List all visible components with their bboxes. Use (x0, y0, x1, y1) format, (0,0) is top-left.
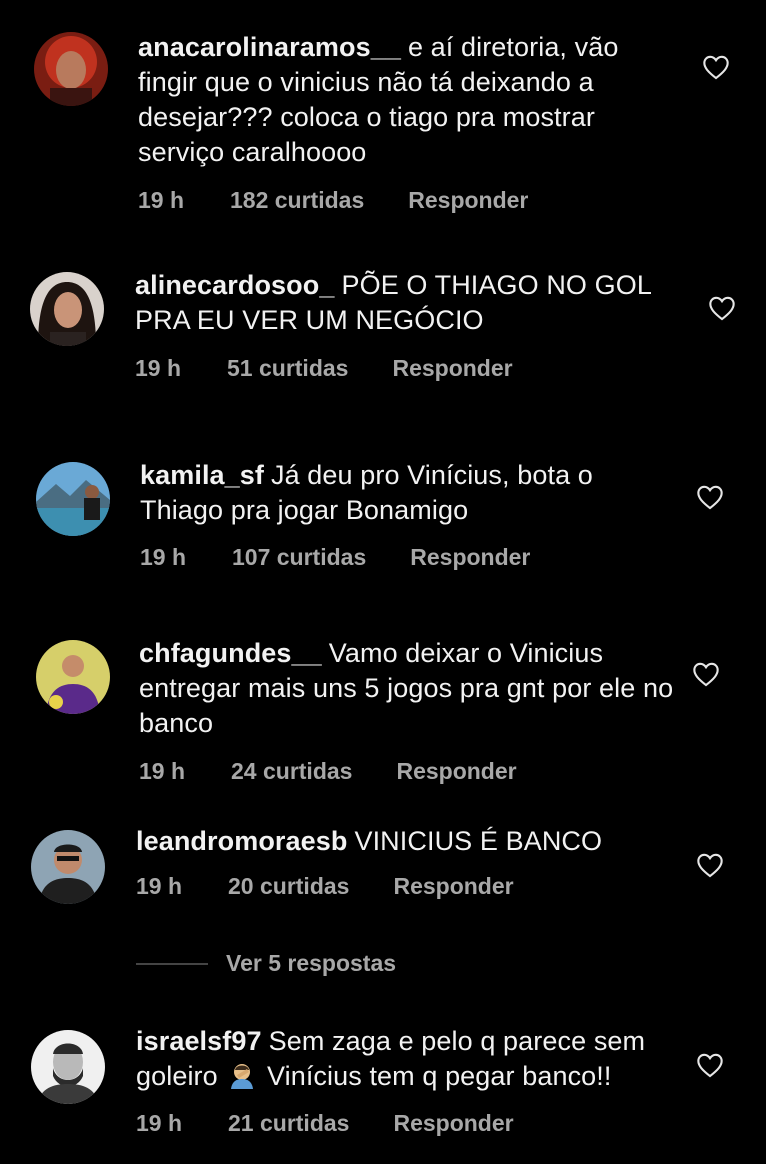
comment-username[interactable]: israelsf97 (136, 1026, 262, 1056)
reply-button[interactable]: Responder (410, 544, 530, 571)
avatar[interactable] (36, 462, 110, 536)
avatar-image (31, 1030, 105, 1104)
comment-meta: 19 h 51 curtidas Responder (135, 355, 675, 382)
reply-button[interactable]: Responder (393, 873, 513, 900)
comment-text: anacarolinaramos__ e aí diretoria, vão fi… (138, 30, 678, 170)
heart-icon[interactable] (696, 484, 724, 510)
avatar-image (36, 640, 110, 714)
facepalm-emoji-icon (227, 1061, 257, 1089)
comment-likes[interactable]: 24 curtidas (231, 758, 352, 785)
comment-username[interactable]: kamila_sf (140, 460, 264, 490)
comment-meta: 19 h 20 curtidas Responder (136, 873, 676, 900)
comment-time: 19 h (136, 1110, 183, 1136)
comment-text: alinecardosoo_ PÕE O THIAGO NO GOL PRA EU… (135, 268, 675, 338)
comment-username[interactable]: anacarolinaramos__ (138, 32, 401, 62)
comment-likes[interactable]: 51 curtidas (227, 355, 348, 382)
comment-username[interactable]: alinecardosoo_ (135, 270, 334, 300)
heart-icon[interactable] (696, 1052, 724, 1078)
reply-button[interactable]: Responder (396, 758, 516, 785)
comment-time: 19 h (138, 187, 185, 213)
comment-username[interactable]: chfagundes__ (139, 638, 322, 668)
comment-meta: 19 h 182 curtidas Responder (138, 187, 678, 214)
avatar-image (31, 830, 105, 904)
heart-icon[interactable] (708, 295, 736, 321)
comment-time: 19 h (136, 873, 183, 899)
avatar[interactable] (31, 1030, 105, 1104)
avatar[interactable] (36, 640, 110, 714)
comment-likes[interactable]: 107 curtidas (232, 544, 366, 571)
avatar-image (34, 32, 108, 106)
comment-text: israelsf97 Sem zaga e pelo q parece sem g… (136, 1024, 676, 1094)
heart-icon[interactable] (696, 852, 724, 878)
comment-text: kamila_sf Já deu pro Vinícius, bota o Thi… (140, 458, 680, 528)
reply-button[interactable]: Responder (408, 187, 528, 214)
replies-divider (136, 962, 208, 965)
avatar-image (36, 462, 110, 536)
view-replies-button[interactable]: Ver 5 respostas (136, 950, 396, 977)
comment-time: 19 h (140, 544, 187, 570)
comment-meta: 19 h 21 curtidas Responder (136, 1110, 676, 1137)
comment-username[interactable]: leandromoraesb (136, 826, 347, 856)
heart-icon[interactable] (702, 54, 730, 80)
comment-time: 19 h (139, 758, 186, 784)
heart-icon[interactable] (692, 661, 720, 687)
comment-body: VINICIUS É BANCO (354, 826, 603, 856)
comment-text: leandromoraesb VINICIUS É BANCO (136, 824, 676, 859)
reply-button[interactable]: Responder (392, 355, 512, 382)
avatar-image (30, 272, 104, 346)
avatar[interactable] (31, 830, 105, 904)
avatar[interactable] (30, 272, 104, 346)
comment-meta: 19 h 24 curtidas Responder (139, 758, 679, 785)
comment-likes[interactable]: 21 curtidas (228, 1110, 349, 1137)
comment-time: 19 h (135, 355, 182, 381)
avatar[interactable] (34, 32, 108, 106)
view-replies-label: Ver 5 respostas (226, 950, 397, 976)
reply-button[interactable]: Responder (393, 1110, 513, 1137)
comment-text: chfagundes__ Vamo deixar o Vinicius entre… (139, 636, 679, 741)
comment-likes[interactable]: 182 curtidas (230, 187, 364, 214)
comment-body-continued: Vinícius tem q pegar banco!! (266, 1061, 612, 1091)
comment-meta: 19 h 107 curtidas Responder (140, 544, 680, 571)
comment-likes[interactable]: 20 curtidas (228, 873, 349, 900)
